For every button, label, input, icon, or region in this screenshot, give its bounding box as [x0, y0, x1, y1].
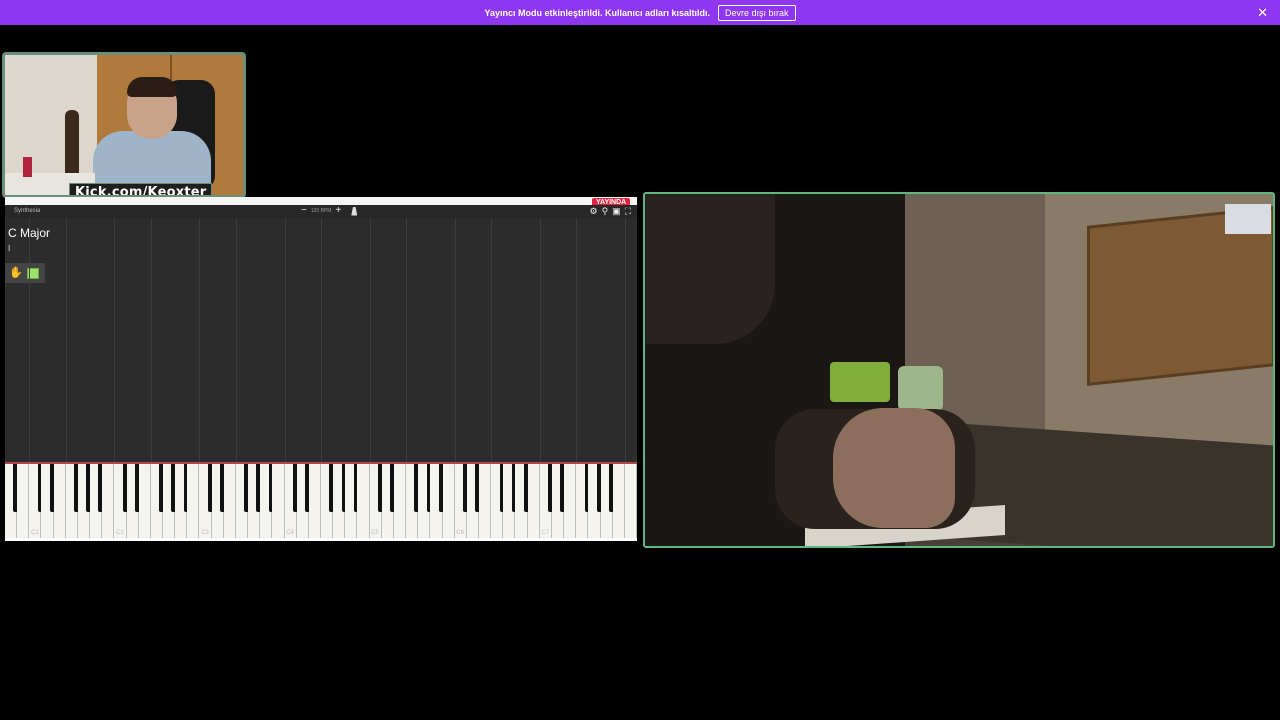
synthesia-top-bar: [5, 197, 637, 205]
fullscreen-icon[interactable]: ⛶: [625, 206, 631, 217]
handcam-bottle: [898, 366, 943, 411]
lane-gridline: [150, 218, 152, 462]
white-key[interactable]: [308, 464, 321, 538]
lane-gridline: [491, 218, 493, 462]
lane-gridline: [321, 218, 322, 462]
white-key[interactable]: [357, 464, 370, 538]
toolbar-tools: ⚙ ⚲ ▣ ⛶: [590, 206, 632, 217]
handcam-head: [645, 194, 775, 344]
white-key[interactable]: [393, 464, 407, 538]
octave-label: C6: [456, 530, 465, 536]
song-subtitle: I: [8, 244, 11, 253]
white-key[interactable]: [442, 464, 455, 538]
lane-gridline: [624, 218, 626, 462]
image-icon[interactable]: ▣: [612, 206, 621, 217]
lane-gridline: [539, 218, 541, 462]
octave-label: C7: [541, 530, 550, 536]
lane-gridline: [576, 218, 578, 462]
handcam-paper: [1225, 204, 1271, 234]
facecam-can: [23, 157, 32, 177]
handcam-basket: [830, 362, 890, 402]
disable-streamer-mode-button[interactable]: Devre dışı bırak: [718, 4, 796, 21]
piano-keyboard: C1 C2 C3 C4 C5 C6 C7: [5, 462, 637, 541]
facecam-overlay: Kick.com/Keoxter: [2, 52, 246, 198]
white-key[interactable]: [53, 464, 66, 538]
tempo-value: 120 BPM: [310, 208, 332, 214]
lane-gridline: [454, 218, 456, 462]
white-key[interactable]: [527, 464, 540, 538]
octave-label: C4: [286, 530, 294, 536]
white-key[interactable]: [17, 464, 30, 538]
white-key[interactable]: [612, 464, 625, 538]
facecam-guitar: [65, 110, 79, 180]
white-key[interactable]: [223, 464, 236, 538]
metronome-icon[interactable]: [351, 206, 358, 216]
white-key[interactable]: [564, 464, 577, 538]
white-key[interactable]: [187, 464, 200, 538]
white-key[interactable]: [102, 464, 115, 538]
white-key[interactable]: [479, 464, 492, 538]
piano-camera: [643, 192, 1275, 548]
settings-icon[interactable]: ⚙: [590, 206, 598, 217]
lane-gridline: [235, 218, 237, 462]
lane-gridline: [199, 218, 201, 462]
octave-label: C2: [116, 530, 124, 536]
octave-label: C5: [371, 530, 380, 536]
hand-icon[interactable]: ✋: [9, 267, 23, 279]
synthesia-panel: Synthesia − 120 BPM + ⚙ ⚲ ▣ ⛶ C Major I …: [5, 205, 637, 541]
lane-gridline: [65, 218, 67, 462]
banner-message: Yayıncı Modu etkinleştirildi. Kullanıcı …: [484, 7, 711, 18]
app-name: Synthesia: [14, 208, 41, 214]
close-icon[interactable]: ✕: [1257, 5, 1268, 21]
white-key[interactable]: [138, 464, 151, 538]
lane-gridline: [29, 218, 31, 462]
tempo-increase-button[interactable]: +: [335, 206, 341, 216]
lane-gridline: [284, 218, 286, 462]
handcam-hand: [833, 408, 955, 528]
lane-gridline: [369, 218, 371, 462]
tempo-control: − 120 BPM +: [301, 206, 358, 216]
white-key[interactable]: [272, 464, 285, 538]
facecam-person-hair: [127, 77, 177, 97]
tempo-decrease-button[interactable]: −: [301, 206, 307, 216]
hand-buttons: ✋: [5, 263, 45, 283]
white-key[interactable]: [624, 464, 637, 538]
lane-gridline: [114, 218, 116, 462]
search-icon[interactable]: ⚲: [602, 206, 609, 217]
octave-label: C3: [201, 530, 209, 536]
octave-label: C1: [31, 530, 39, 536]
synthesia-toolbar: Synthesia − 120 BPM + ⚙ ⚲ ▣ ⛶: [5, 205, 637, 218]
lane-gridline: [406, 218, 408, 462]
channel-label: Kick.com/Keoxter: [69, 183, 213, 195]
streamer-mode-banner: Yayıncı Modu etkinleştirildi. Kullanıcı …: [0, 0, 1280, 25]
